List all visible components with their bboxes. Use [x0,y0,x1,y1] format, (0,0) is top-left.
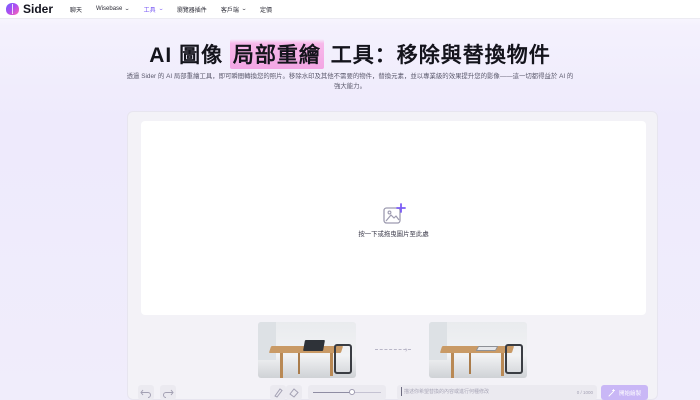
nav-item-label: 客戶端 [220,7,239,14]
upload-hint: 按一下或拖曳圖片至此處 [358,230,429,238]
title-suffix: 工具：移除與替換物件 [330,44,551,67]
slider-fill [313,392,353,393]
editor-toolbar: 0 / 1000 開始繪製 [128,383,659,400]
generate-label: 開始繪製 [618,390,641,397]
generate-button[interactable]: 開始繪製 [601,385,648,400]
nav-item-apps[interactable]: 客戶端 ⌄ [220,5,247,14]
nav-item-label: 定價 [260,7,273,14]
title-prefix: AI 圖像 [149,44,224,67]
example-images: › [128,321,659,379]
nav-item-extension[interactable]: 瀏覽器插件 [177,5,207,14]
top-navbar: Sider 聊天 Wisebase ⌄ 工具 ⌄ 瀏覽器插件 客戶端 ⌄ 定價 [0,0,700,19]
slider-thumb[interactable] [349,389,356,395]
nav-item-label: Wisebase [96,6,123,12]
nav-item-wisebase[interactable]: Wisebase ⌄ [96,6,130,12]
nav-item-pricing[interactable]: 定價 [260,5,272,14]
chevron-down-icon: ⌄ [124,6,131,12]
arrow-right-icon: › [405,345,408,354]
title-highlight: 局部重繪 [229,39,324,69]
brush-button[interactable] [270,385,286,400]
brand-name: Sider [23,2,54,16]
example-before-image[interactable] [258,322,356,378]
brush-icon [274,388,283,398]
prompt-input[interactable] [401,387,561,396]
nav-item-tools[interactable]: 工具 ⌄ [143,5,164,14]
nav-item-chat[interactable]: 聊天 [70,5,82,14]
char-counter: 0 / 1000 [576,390,593,395]
chevron-down-icon: ⌄ [157,6,164,12]
page-description: 透過 Sider 的 AI 局部重繪工具，即可瞬間轉換您的照片。移除水印及其他不… [126,73,574,90]
editor-card: 按一下或拖曳圖片至此處 › 描述你希望替換的內容或進行何種修改 0 / 1000… [127,111,658,400]
magic-wand-icon [608,388,615,396]
chevron-down-icon: ⌄ [240,6,247,12]
brain-icon [6,3,19,15]
nav-item-label: 聊天 [70,7,83,14]
add-image-icon [382,202,406,224]
nav-item-label: 工具 [143,7,156,14]
prompt-box[interactable]: 0 / 1000 [397,385,597,400]
sider-logo[interactable]: Sider [6,2,53,16]
eraser-icon [289,388,299,398]
redo-icon [163,389,174,398]
undo-button[interactable] [138,385,154,400]
nav-item-label: 瀏覽器插件 [176,7,207,14]
page-title: AI 圖像 局部重繪 工具：移除與替換物件 [0,39,700,69]
eraser-button[interactable] [286,385,302,400]
example-after-image[interactable] [429,322,527,378]
redo-button[interactable] [160,385,176,400]
image-dropzone[interactable]: 按一下或拖曳圖片至此處 [141,121,646,315]
nav-menu: 聊天 Wisebase ⌄ 工具 ⌄ 瀏覽器插件 客戶端 ⌄ 定價 [70,5,286,14]
brush-size-slider[interactable] [308,385,386,400]
undo-icon [140,389,151,398]
